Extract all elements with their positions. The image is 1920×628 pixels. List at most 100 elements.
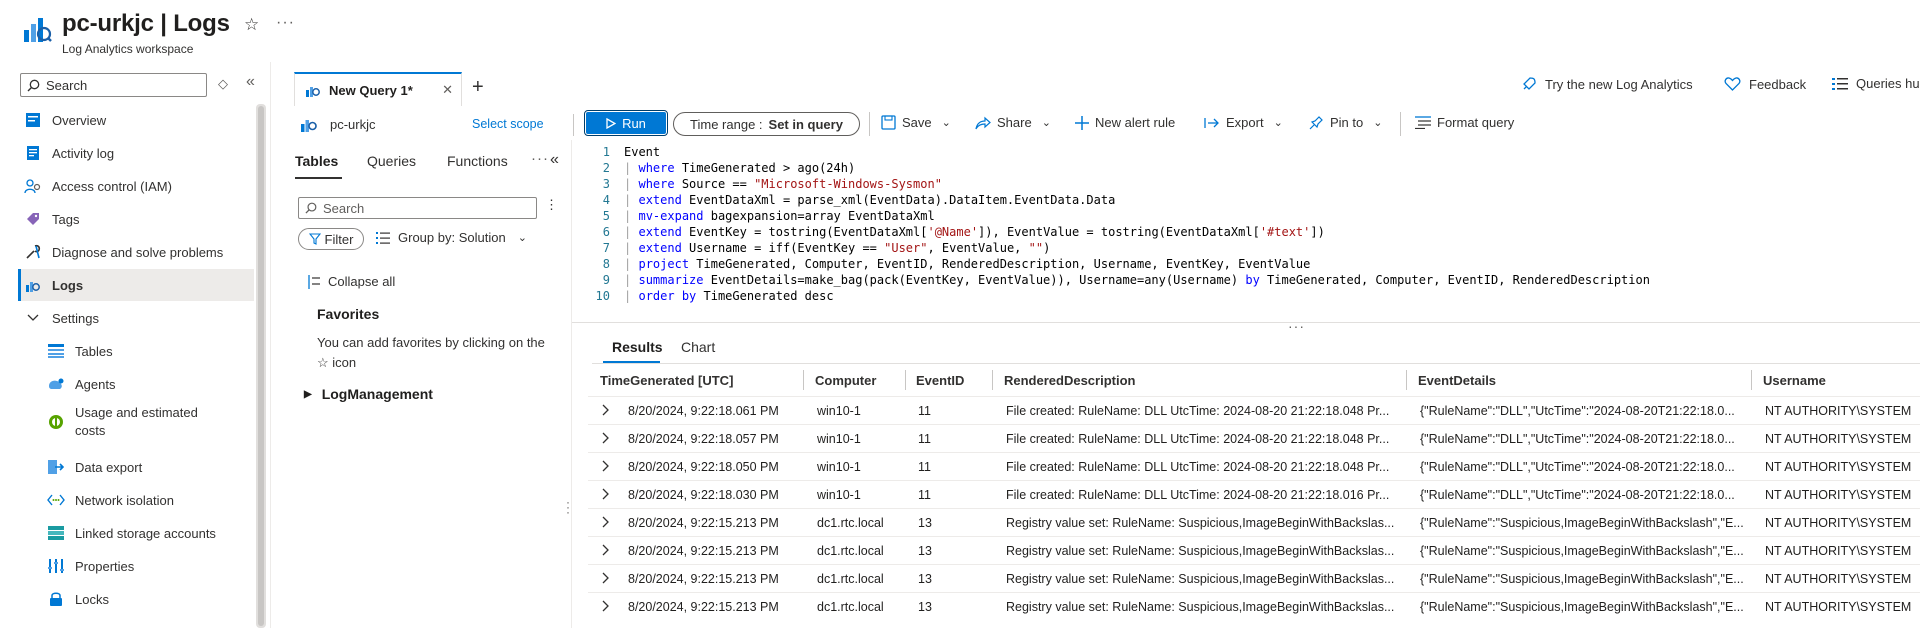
sort-toggle-icon[interactable]: ◇	[218, 76, 228, 92]
run-button[interactable]: Run	[584, 110, 668, 136]
lock-icon	[47, 590, 65, 608]
collapse-pane-icon[interactable]: «	[550, 151, 559, 169]
time-range-button[interactable]: Time range : Set in query	[673, 112, 860, 136]
toolbar-divider	[1400, 112, 1401, 136]
column-header[interactable]: Username	[1763, 364, 1826, 396]
agents-icon	[47, 375, 65, 393]
sidebar-item-data-export[interactable]: Data export	[47, 451, 142, 483]
pane-splitter[interactable]	[571, 140, 572, 628]
column-resize-handle[interactable]	[1751, 370, 1752, 390]
expand-row-icon[interactable]	[602, 515, 610, 529]
schema-search-input[interactable]: Search	[298, 197, 537, 219]
table-row[interactable]: 8/20/2024, 9:22:15.213 PM dc1.rtc.local 13…	[588, 536, 1920, 564]
try-new-log-analytics-link[interactable]: Try the new Log Analytics	[1521, 76, 1693, 92]
table-cell: 11	[918, 460, 931, 474]
collapse-all-button[interactable]: Collapse all	[308, 274, 395, 289]
expand-row-icon[interactable]	[602, 459, 610, 473]
table-row[interactable]: 8/20/2024, 9:22:15.213 PM dc1.rtc.local 13…	[588, 508, 1920, 536]
splitter-grip-icon[interactable]: · · ·	[566, 496, 570, 518]
tab-chart[interactable]: Chart	[681, 339, 715, 355]
query-editor[interactable]: 1 Event 2 | where TimeGenerated > ago(24h) 3…	[592, 144, 1920, 324]
table-row[interactable]: 8/20/2024, 9:22:18.057 PM win10-1 11 File c…	[588, 424, 1920, 452]
column-resize-handle[interactable]	[803, 370, 804, 390]
scope-name: pc-urkjc	[330, 117, 376, 132]
collapse-nav-icon[interactable]: «	[246, 73, 255, 91]
nav-scrollbar-thumb[interactable]	[258, 106, 264, 626]
sidebar-item-tables[interactable]: Tables	[47, 335, 113, 367]
nav-search-input[interactable]: Search	[20, 73, 207, 97]
table-cell: NT AUTHORITY\SYSTEM	[1765, 544, 1912, 558]
column-header[interactable]: Computer	[815, 364, 876, 396]
new-alert-rule-button[interactable]: New alert rule	[1075, 115, 1175, 130]
export-icon	[1204, 117, 1220, 129]
save-label: Save	[902, 115, 932, 130]
feedback-button[interactable]: Feedback	[1724, 76, 1806, 92]
try-new-label: Try the new Log Analytics	[1545, 76, 1693, 92]
save-button[interactable]: Save ⌄	[881, 115, 951, 130]
sidebar-item-network-isolation[interactable]: Network isolation	[47, 484, 174, 516]
column-header[interactable]: EventDetails	[1418, 364, 1496, 396]
expand-row-icon[interactable]	[602, 403, 610, 417]
sidebar-item-tags[interactable]: Tags	[24, 203, 79, 235]
pin-to-button[interactable]: Pin to ⌄	[1309, 115, 1382, 130]
table-row[interactable]: 8/20/2024, 9:22:15.213 PM dc1.rtc.local 13…	[588, 564, 1920, 592]
tab-functions[interactable]: Functions	[447, 153, 508, 169]
expand-row-icon[interactable]	[602, 487, 610, 501]
sidebar-item-label: Usage and estimated costs	[75, 405, 198, 438]
table-cell: 8/20/2024, 9:22:18.057 PM	[628, 432, 779, 446]
filter-button[interactable]: Filter	[298, 228, 364, 250]
tab-new-query[interactable]: New Query 1* ✕	[294, 72, 462, 106]
sidebar-item-linked-storage-accounts[interactable]: Linked storage accounts	[47, 517, 216, 549]
active-tab-underline	[295, 177, 342, 179]
sidebar-item-overview[interactable]: Overview	[24, 104, 106, 136]
format-query-button[interactable]: Format query	[1415, 115, 1514, 130]
tab-queries[interactable]: Queries	[367, 153, 416, 169]
sidebar-item-usage-and-estimated[interactable]: Usage and estimated costs	[47, 403, 198, 441]
table-row[interactable]: 8/20/2024, 9:22:18.030 PM win10-1 11 File c…	[588, 480, 1920, 508]
select-scope-link[interactable]: Select scope	[472, 117, 544, 131]
vertical-more-icon[interactable]: ⋮	[545, 197, 558, 213]
queries-hub-button[interactable]: Queries hu	[1832, 76, 1920, 91]
add-query-tab-button[interactable]: +	[472, 76, 484, 99]
tab-tables[interactable]: Tables	[295, 153, 338, 169]
resize-handle-icon[interactable]: ···	[1288, 318, 1305, 334]
tab-results[interactable]: Results	[612, 339, 663, 355]
results-tabs-divider	[592, 363, 1920, 364]
column-resize-handle[interactable]	[905, 370, 906, 390]
sidebar-item-diagnose-and-solve-problems[interactable]: Diagnose and solve problems	[24, 236, 223, 268]
expand-row-icon[interactable]	[602, 543, 610, 557]
line-number: 7	[602, 241, 610, 255]
more-options-button[interactable]: ···	[276, 14, 295, 32]
workspace-icon	[300, 115, 318, 133]
sidebar-item-locks[interactable]: Locks	[47, 583, 109, 615]
expand-row-icon[interactable]	[602, 599, 610, 613]
expand-row-icon[interactable]	[602, 571, 610, 585]
play-icon	[606, 117, 617, 129]
column-resize-handle[interactable]	[1406, 370, 1407, 390]
sidebar-item-agents[interactable]: Agents	[47, 368, 115, 400]
sidebar-item-logs[interactable]: Logs	[24, 269, 83, 301]
table-row[interactable]: 8/20/2024, 9:22:18.061 PM win10-1 11 File c…	[588, 396, 1920, 424]
group-by-dropdown[interactable]: Group by: Solution ⌄	[376, 230, 527, 245]
share-button[interactable]: Share ⌄	[975, 115, 1051, 130]
data-export-icon	[47, 458, 65, 476]
column-header[interactable]: TimeGenerated [UTC]	[600, 364, 733, 396]
sidebar-item-label: Settings	[52, 310, 99, 326]
close-tab-icon[interactable]: ✕	[442, 82, 453, 98]
column-header[interactable]: RenderedDescription	[1004, 364, 1135, 396]
sidebar-item-access-control-iam[interactable]: Access control (IAM)	[24, 170, 172, 202]
table-row[interactable]: 8/20/2024, 9:22:18.050 PM win10-1 11 File c…	[588, 452, 1920, 480]
column-resize-handle[interactable]	[992, 370, 993, 390]
more-options-icon[interactable]: ···	[531, 150, 549, 167]
sidebar-item-activity-log[interactable]: Activity log	[24, 137, 114, 169]
export-button[interactable]: Export ⌄	[1204, 115, 1283, 130]
table-cell: Registry value set: RuleName: Suspicious…	[1006, 572, 1395, 586]
table-row[interactable]: 8/20/2024, 9:22:15.213 PM dc1.rtc.local 13…	[588, 592, 1920, 620]
favorite-star-icon[interactable]: ☆	[244, 15, 259, 35]
line-number: 10	[595, 289, 610, 303]
column-header[interactable]: EventID	[916, 364, 964, 396]
sidebar-item-properties[interactable]: Properties	[47, 550, 134, 582]
sidebar-item-settings[interactable]: Settings	[24, 302, 99, 334]
tree-item-logmanagement[interactable]: ▶ LogManagement	[304, 386, 433, 402]
expand-row-icon[interactable]	[602, 431, 610, 445]
